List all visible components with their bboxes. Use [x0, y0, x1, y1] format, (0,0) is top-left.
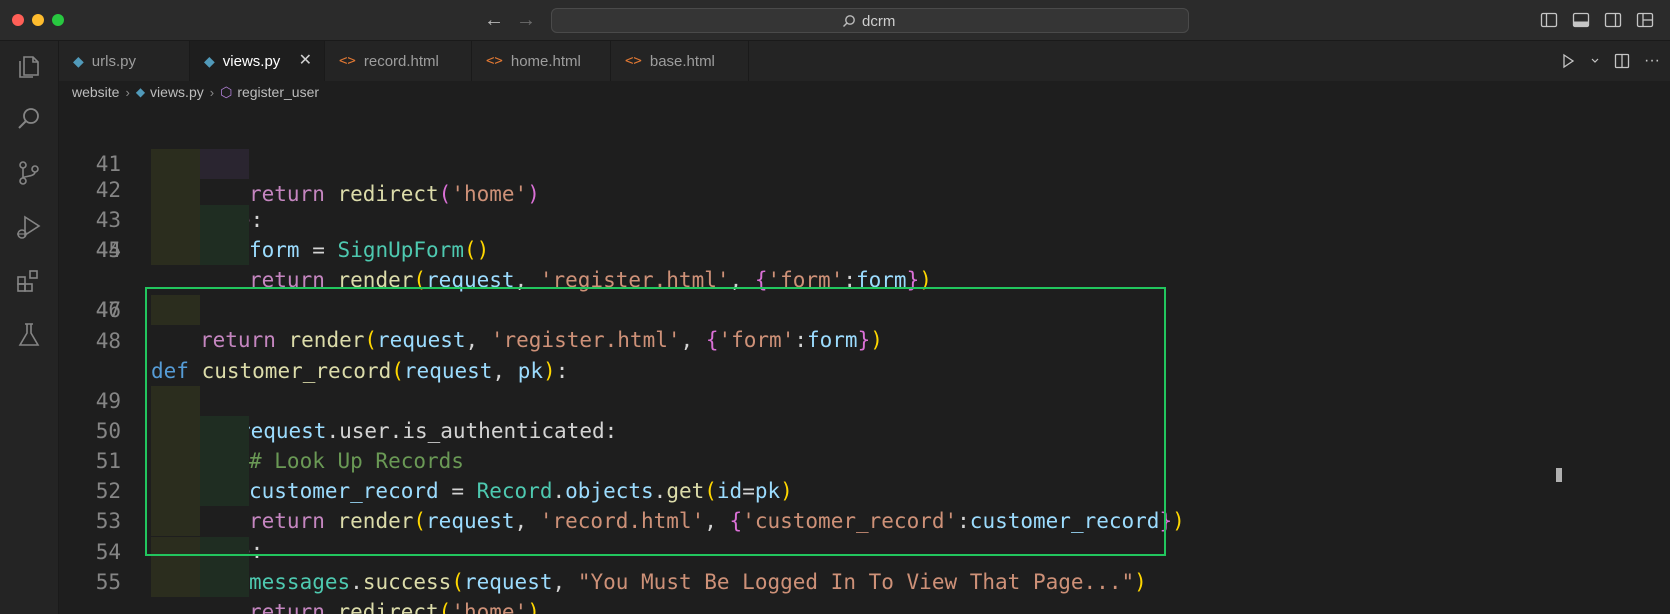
html-file-icon: <>	[625, 53, 642, 69]
title-bar: ← → dcrm	[0, 0, 1670, 41]
minimize-window-button[interactable]	[32, 14, 44, 26]
search-text: dcrm	[862, 12, 896, 30]
html-file-icon: <>	[486, 53, 503, 69]
code-line: 42 else:	[59, 115, 1670, 232]
line-number: 55	[95, 570, 121, 594]
run-and-debug-icon[interactable]	[15, 213, 43, 241]
code-line: 43 form = SignUpForm()	[59, 145, 1670, 262]
code-line: 45	[59, 205, 1670, 262]
explorer-icon[interactable]	[15, 53, 43, 81]
chevron-down-icon[interactable]	[1590, 56, 1600, 66]
more-actions-icon[interactable]: ···	[1644, 52, 1660, 70]
breadcrumb-file[interactable]: views.py	[150, 84, 204, 100]
breadcrumb: website › ◆ views.py › ⬡ register_user	[59, 81, 1670, 103]
tab-home-html[interactable]: <> home.html	[472, 41, 611, 81]
code-line: 44 return render(request, 'register.html…	[59, 175, 1670, 292]
tab-label: record.html	[363, 52, 439, 70]
tab-record-html[interactable]: <> record.html	[325, 41, 472, 81]
tab-urls-py[interactable]: ◆ urls.py	[59, 41, 190, 81]
close-tab-icon[interactable]: ✕	[299, 52, 312, 70]
command-center-search[interactable]: dcrm	[551, 8, 1189, 33]
tab-views-py[interactable]: ◆ views.py ✕	[190, 41, 325, 82]
code-text: messages.success(request, "You Must Be L…	[249, 570, 1147, 594]
highlight-box	[145, 287, 1166, 556]
chevron-right-icon: ›	[125, 84, 130, 100]
search-icon	[843, 15, 855, 27]
tab-label: urls.py	[91, 52, 136, 70]
zoom-window-button[interactable]	[52, 14, 64, 26]
tab-base-html[interactable]: <> base.html	[611, 41, 749, 81]
code-text: return redirect('home')	[249, 600, 540, 614]
back-arrow-icon[interactable]: ←	[483, 9, 505, 31]
python-file-icon: ◆	[73, 52, 84, 69]
source-control-icon[interactable]	[15, 159, 43, 187]
toggle-panel-icon[interactable]	[1572, 11, 1590, 29]
symbol-method-icon: ⬡	[220, 83, 233, 100]
tab-label: views.py	[222, 53, 281, 70]
chevron-right-icon: ›	[209, 84, 215, 100]
forward-arrow-icon[interactable]: →	[515, 9, 537, 31]
tab-label: base.html	[649, 52, 715, 70]
customize-layout-icon[interactable]	[1636, 11, 1654, 29]
search-icon[interactable]	[15, 105, 43, 133]
extensions-icon[interactable]	[15, 267, 43, 295]
close-window-button[interactable]	[12, 14, 24, 26]
tab-label: home.html	[510, 52, 581, 70]
split-editor-icon[interactable]	[1614, 53, 1630, 69]
python-file-icon: ◆	[135, 85, 146, 99]
toggle-secondary-sidebar-icon[interactable]	[1604, 11, 1622, 29]
toggle-primary-sidebar-icon[interactable]	[1540, 11, 1558, 29]
scrollbar-thumb[interactable]	[1556, 468, 1562, 482]
html-file-icon: <>	[339, 53, 356, 69]
code-line: 46 return render(request, 'register.html…	[59, 235, 1670, 352]
editor-tab-bar: ◆ urls.py ◆ views.py ✕ <> record.html <>…	[59, 41, 1670, 82]
testing-flask-icon[interactable]	[15, 321, 43, 349]
breadcrumb-folder[interactable]: website	[59, 84, 119, 100]
activity-bar	[0, 41, 59, 614]
breadcrumb-symbol[interactable]: register_user	[237, 84, 319, 100]
python-file-icon: ◆	[204, 53, 215, 69]
run-python-file-icon[interactable]	[1560, 53, 1576, 69]
